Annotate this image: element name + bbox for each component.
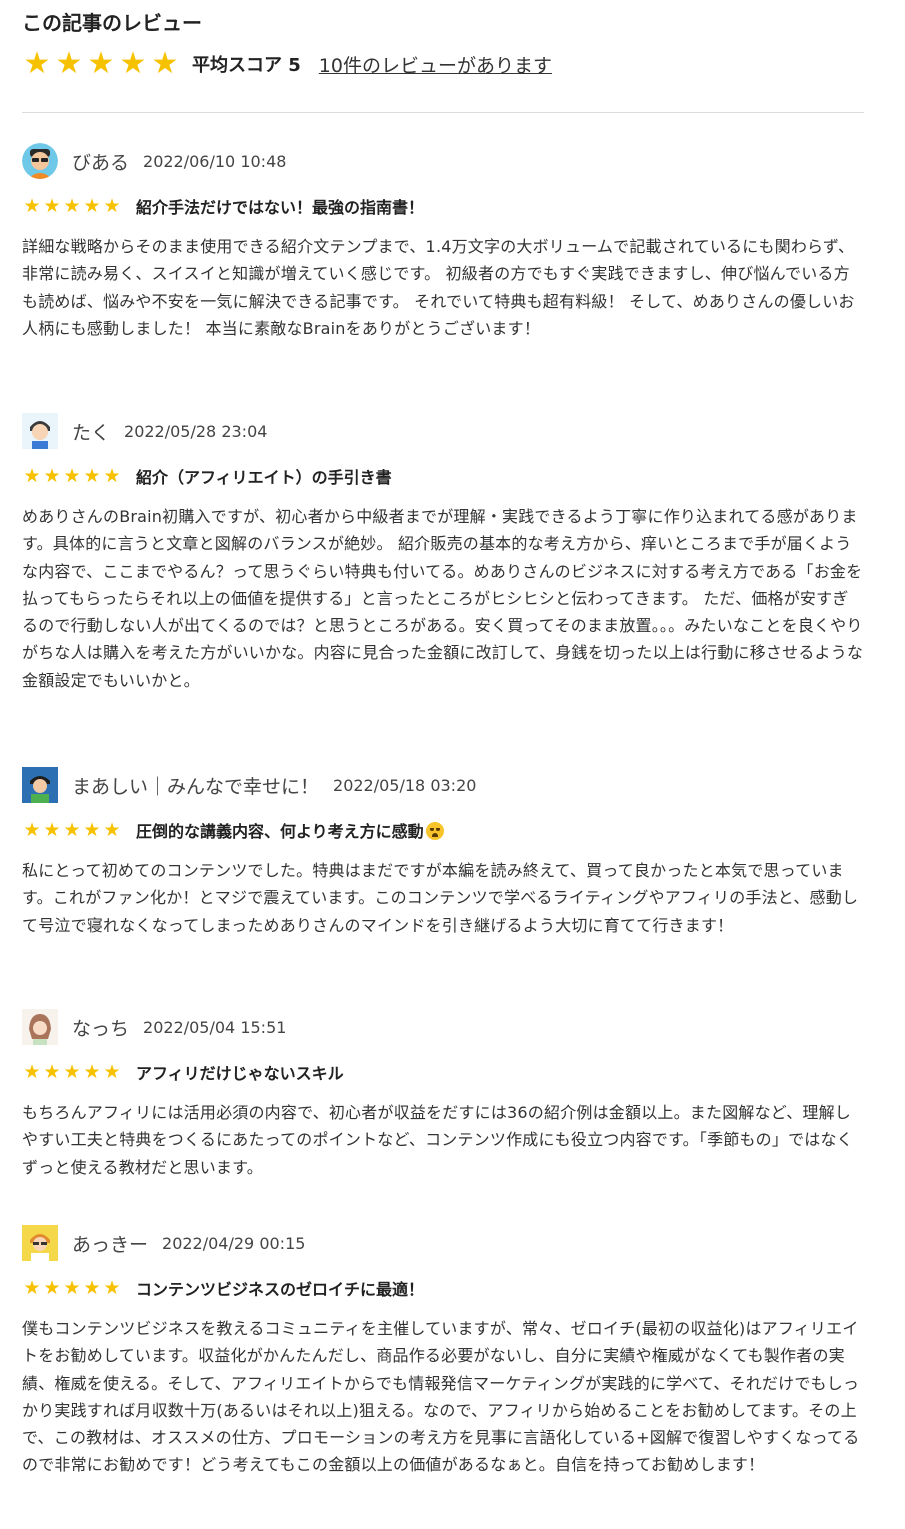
avatar[interactable] [22, 143, 58, 179]
review-body: めありさんのBrain初購入ですが、初心者から中級者までが理解・実践できるよう丁… [22, 507, 864, 690]
review-stars: ★ ★ ★ ★ ★ [22, 1278, 122, 1298]
star-icon: ★ [63, 195, 81, 217]
star-icon: ★ [23, 1061, 41, 1083]
reviewer-name[interactable]: なっち [72, 1014, 129, 1041]
review-stars: ★ ★ ★ ★ ★ [22, 820, 122, 840]
reviewer-name[interactable]: あっきー [72, 1230, 148, 1257]
star-icon: ★ [23, 1277, 41, 1299]
star-icon: ★ [43, 819, 61, 841]
review-body: 詳細な戦略からそのまま使用できる紹介文テンプまで、1.4万文字の大ボリュームで記… [22, 237, 855, 338]
star-icon: ★ [43, 195, 61, 217]
review-item: まあしい｜みんなで幸せに！ 2022/05/18 03:20 ★ ★ ★ ★ ★ 圧倒的… [22, 767, 864, 939]
star-icon: ★ [63, 465, 81, 487]
divider [22, 112, 864, 113]
review-title: 圧倒的な講義内容、何より考え方に感動 [136, 818, 444, 842]
review-date: 2022/06/10 10:48 [143, 151, 287, 171]
star-icon: ★ [103, 195, 121, 217]
star-icon: ★ [103, 1277, 121, 1299]
star-icon: ★ [103, 1061, 121, 1083]
review-title: コンテンツビジネスのゼロイチに最適！ [136, 1280, 425, 1299]
star-icon: ★ [83, 1061, 101, 1083]
review-stars: ★ ★ ★ ★ ★ [22, 466, 122, 486]
star-icon: ★ [151, 46, 179, 81]
star-icon: ★ [63, 819, 81, 841]
star-icon: ★ [103, 465, 121, 487]
star-icon: ★ [87, 46, 115, 81]
review-date: 2022/04/29 00:15 [162, 1233, 306, 1253]
star-icon: ★ [23, 819, 41, 841]
review-item: たく 2022/05/28 23:04 ★ ★ ★ ★ ★ 紹介（アフィリエイト）の手引… [22, 413, 864, 694]
star-icon: ★ [103, 819, 121, 841]
avatar[interactable] [22, 767, 58, 803]
review-date: 2022/05/18 03:20 [333, 775, 477, 795]
review-body: 私にとって初めてのコンテンツでした。特典はまだですが本編を読み終えて、買って良か… [22, 861, 859, 935]
star-icon: ★ [83, 195, 101, 217]
review-item: なっち 2022/05/04 15:51 ★ ★ ★ ★ ★ アフィリだけじゃないスキル… [22, 1009, 864, 1181]
review-title: アフィリだけじゃないスキル [136, 1064, 344, 1083]
rating-summary: ★ ★ ★ ★ ★ 平均スコア 5 10件のレビューがあります [22, 48, 552, 80]
star-icon: ★ [55, 46, 83, 81]
reviewer-name[interactable]: たく [72, 418, 110, 445]
reviews-section: この記事のレビュー ★ ★ ★ ★ ★ 平均スコア 5 10件のレビューがありま… [0, 0, 905, 1529]
review-item: びある 2022/06/10 10:48 ★ ★ ★ ★ ★ 紹介手法だけではない！最強… [22, 143, 864, 342]
star-icon: ★ [119, 46, 147, 81]
star-icon: ★ [43, 1277, 61, 1299]
star-icon: ★ [83, 819, 101, 841]
star-icon: ★ [43, 465, 61, 487]
avatar[interactable] [22, 1225, 58, 1261]
star-icon: ★ [63, 1061, 81, 1083]
avatar[interactable] [22, 1009, 58, 1045]
star-icon: ★ [23, 465, 41, 487]
review-title-text: 圧倒的な講義内容、何より考え方に感動 [136, 822, 424, 841]
star-icon: ★ [83, 465, 101, 487]
review-date: 2022/05/28 23:04 [124, 421, 268, 441]
crying-face-icon [425, 822, 444, 840]
star-icon: ★ [63, 1277, 81, 1299]
section-title: この記事のレビュー [22, 11, 202, 35]
review-body: もちろんアフィリには活用必須の内容で、初心者が収益をだすには36の紹介例は金額以… [22, 1103, 853, 1177]
review-stars: ★ ★ ★ ★ ★ [22, 196, 122, 216]
star-icon: ★ [23, 46, 51, 81]
review-title: 紹介（アフィリエイト）の手引き書 [136, 468, 392, 487]
avatar[interactable] [22, 413, 58, 449]
star-icon: ★ [23, 195, 41, 217]
review-item: あっきー 2022/04/29 00:15 ★ ★ ★ ★ ★ コンテンツビジネスのゼロ… [22, 1225, 864, 1479]
review-stars: ★ ★ ★ ★ ★ [22, 1062, 122, 1082]
average-stars: ★ ★ ★ ★ ★ [22, 49, 180, 79]
review-count-link[interactable]: 10件のレビューがあります [319, 51, 552, 78]
star-icon: ★ [43, 1061, 61, 1083]
review-date: 2022/05/04 15:51 [143, 1017, 287, 1037]
star-icon: ★ [83, 1277, 101, 1299]
review-title: 紹介手法だけではない！最強の指南書！ [136, 198, 425, 217]
review-body: 僕もコンテンツビジネスを教えるコミュニティを主催していますが、常々、ゼロイチ(最… [22, 1319, 860, 1475]
average-score: 平均スコア 5 [192, 55, 301, 76]
reviewer-name[interactable]: まあしい｜みんなで幸せに！ [72, 772, 319, 799]
reviewer-name[interactable]: びある [72, 148, 129, 175]
